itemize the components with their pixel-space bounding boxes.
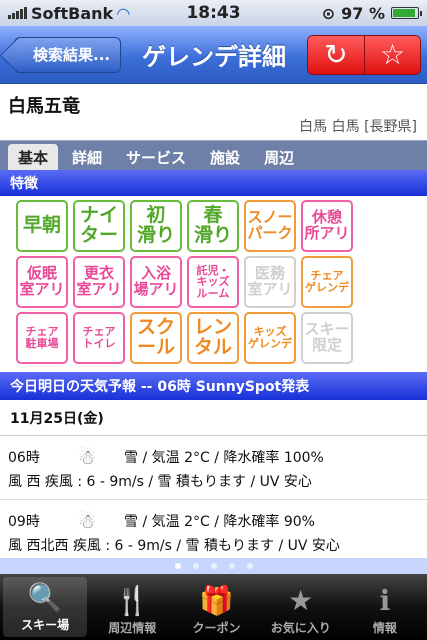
feature-label: チェア ゲレンデ	[305, 269, 349, 294]
feature-badge: 医務 室アリ	[244, 256, 296, 308]
back-button[interactable]: 検索結果...	[14, 36, 122, 73]
battery-percent: 97 %	[341, 3, 385, 23]
tabbar-item[interactable]: 🍴 周辺情報	[90, 574, 174, 640]
refresh-button[interactable]: ↻	[308, 35, 364, 74]
weather-header: 今日明日の天気予報 -- 06時 SunnySpot発表	[0, 372, 427, 400]
feature-label: スキー 限定	[304, 320, 350, 354]
feature-label: チェア 駐車場	[25, 325, 59, 350]
forecast-condition: 雪 / 気温 2°C / 降水確率 100%	[124, 450, 324, 466]
page-dot	[192, 563, 199, 569]
feature-label: 早朝	[22, 214, 61, 237]
tabbar-label: 周辺情報	[108, 621, 157, 635]
tab-bar: 🔍 スキー場 🍴 周辺情報 🎁 クーポン ★ お気に入り ℹ 情報	[0, 574, 427, 640]
star-icon: ★	[288, 583, 314, 617]
snow-icon: ☃	[78, 445, 96, 469]
tabbar-label: お気に入り	[270, 621, 331, 635]
feature-label: キッズ ゲレンデ	[248, 325, 292, 350]
navigation-bar: 検索結果... ゲレンデ詳細 ↻ ☆	[0, 26, 427, 84]
page-title: ゲレンデ詳細	[142, 43, 287, 71]
orientation-lock-icon: ⊙	[321, 3, 336, 23]
feature-label: ナイ ター	[79, 204, 118, 246]
feature-badge: チェア 駐車場	[16, 312, 68, 364]
clock: 18:43	[186, 3, 241, 23]
carrier-name: SoftBank	[31, 3, 114, 23]
fork-knife-icon: 🍴	[114, 583, 150, 617]
page-dot	[246, 563, 253, 569]
feature-badge: 仮眠 室アリ	[16, 256, 68, 308]
feature-label: チェア トイレ	[82, 325, 116, 350]
tabbar-label: 情報	[372, 621, 397, 635]
forecast-wind: 風 西北西 疾風 : 6 - 9m/s / 雪 積もります / UV 安心	[8, 538, 340, 554]
tab-facilities[interactable]: 施設	[200, 144, 250, 170]
forecast-hour: 09時	[8, 514, 40, 530]
status-bar: SoftBank ◠ 18:43 ⊙ 97 %	[0, 0, 427, 26]
wifi-icon: ◠	[117, 3, 130, 23]
tabbar-label: スキー場	[21, 618, 70, 632]
page-dot	[210, 563, 217, 569]
feature-label: 休憩 所アリ	[304, 208, 350, 242]
carrier: SoftBank ◠	[8, 4, 168, 23]
tabbar-item[interactable]: 🔍 スキー場	[3, 577, 88, 637]
features-header: 特徴	[0, 170, 427, 196]
feature-label: 初 滑り	[136, 204, 175, 246]
forecast-hour: 06時	[8, 450, 40, 466]
snow-icon: ☃	[78, 509, 96, 533]
feature-label: 仮眠 室アリ	[19, 264, 65, 298]
feature-grid: 早朝 ナイ ター初 滑り春 滑り スノー パーク 休憩 所アリ仮眠 室アリ 更衣 室アリ…	[0, 196, 427, 372]
tabbar-item[interactable]: 🎁 クーポン	[174, 574, 258, 640]
resort-location: 白馬 白馬 [長野県]	[299, 119, 417, 135]
feature-badge: キッズ ゲレンデ	[244, 312, 296, 364]
feature-badge: 休憩 所アリ	[301, 200, 353, 252]
tab-basic[interactable]: 基本	[8, 144, 59, 170]
forecast-condition: 雪 / 気温 2°C / 降水確率 90%	[124, 514, 315, 530]
tab-nearby[interactable]: 周辺	[254, 144, 304, 170]
forecast-date: 11月25日(金)	[0, 400, 427, 436]
feature-label: 入浴 場アリ	[133, 264, 179, 298]
tabbar-item[interactable]: ℹ 情報	[343, 574, 427, 640]
gift-icon: 🎁	[199, 583, 234, 617]
feature-badge: 初 滑り	[130, 200, 182, 252]
feature-label: 医務 室アリ	[247, 264, 293, 298]
resort-name: 白馬五竜	[8, 96, 80, 117]
battery-icon	[391, 7, 422, 19]
refresh-icon: ↻	[324, 38, 348, 71]
tabbar-label: クーポン	[192, 621, 241, 635]
page-dot	[174, 563, 181, 569]
feature-label: スノー パーク	[247, 208, 293, 242]
forecast-row: 09時 ☃ 雪 / 気温 2°C / 降水確率 90% 風 西北西 疾風 : 6…	[0, 500, 427, 564]
feature-badge: スノー パーク	[244, 200, 296, 252]
feature-badge: 託児・ キッズ ルーム	[187, 256, 239, 308]
search-icon: 🔍	[27, 580, 63, 614]
feature-label: レン タル	[193, 316, 232, 358]
feature-badge: チェア ゲレンデ	[301, 256, 353, 308]
feature-label: スク ール	[136, 316, 175, 358]
page-indicator[interactable]	[0, 558, 427, 574]
feature-label: 更衣 室アリ	[76, 264, 122, 298]
tabbar-item[interactable]: ★ お気に入り	[259, 574, 343, 640]
page-dot	[228, 563, 235, 569]
feature-badge: 春 滑り	[187, 200, 239, 252]
feature-badge: 更衣 室アリ	[73, 256, 125, 308]
star-icon: ☆	[379, 38, 406, 71]
info-icon: ℹ	[379, 583, 391, 617]
feature-badge: 早朝	[16, 200, 68, 252]
feature-label: 託児・ キッズ ルーム	[196, 263, 230, 300]
tab-details[interactable]: 詳細	[62, 144, 112, 170]
feature-badge: ナイ ター	[73, 200, 125, 252]
forecast-wind: 風 西 疾風 : 6 - 9m/s / 雪 積もります / UV 安心	[8, 474, 312, 490]
feature-badge: スキー 限定	[301, 312, 353, 364]
forecast-row: 06時 ☃ 雪 / 気温 2°C / 降水確率 100% 風 西 疾風 : 6 …	[0, 436, 427, 500]
feature-badge: 入浴 場アリ	[130, 256, 182, 308]
feature-badge: レン タル	[187, 312, 239, 364]
signal-icon	[8, 7, 27, 19]
feature-label: 春 滑り	[193, 204, 232, 246]
detail-tabs: 基本 詳細 サービス 施設 周辺	[0, 140, 427, 170]
favorite-button[interactable]: ☆	[364, 35, 420, 74]
tab-services[interactable]: サービス	[116, 144, 196, 170]
feature-badge: スク ール	[130, 312, 182, 364]
feature-badge: チェア トイレ	[73, 312, 125, 364]
